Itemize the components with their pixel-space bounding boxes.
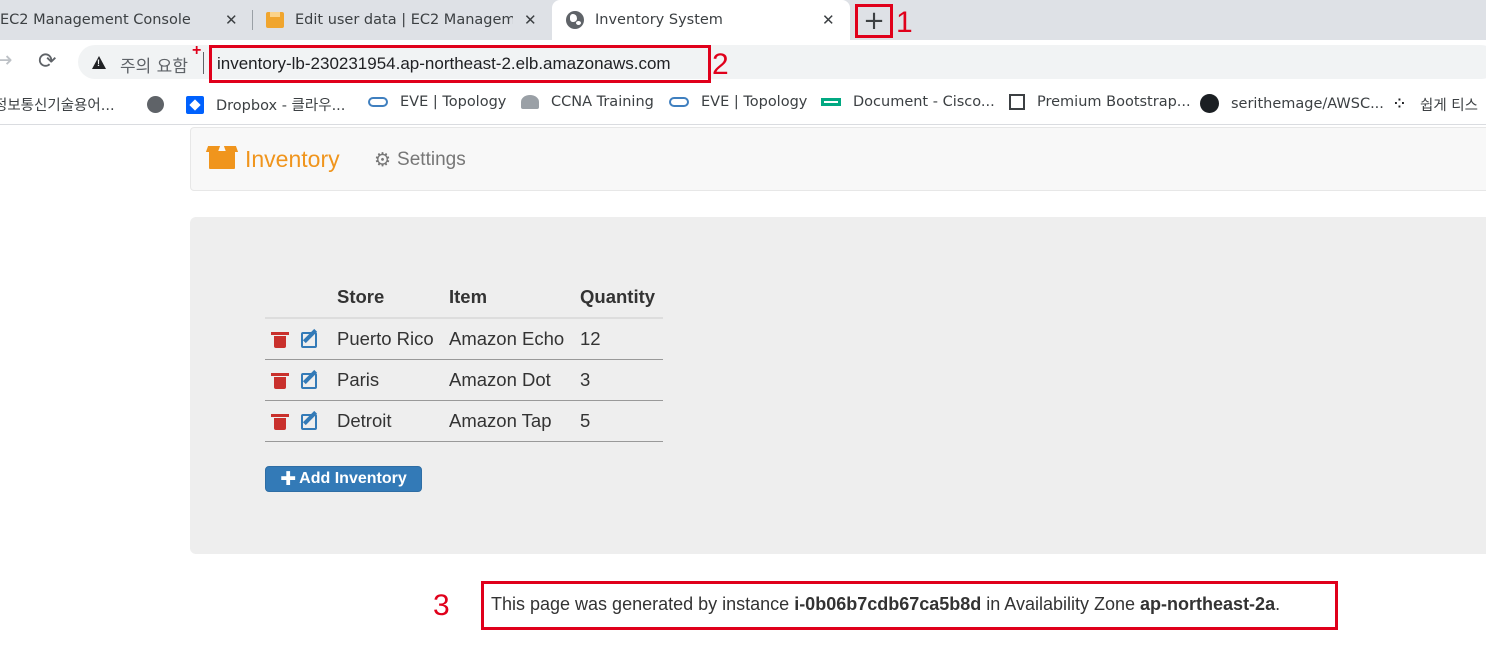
instance-prefix: This page was generated by instance (491, 594, 795, 614)
cell-item: Amazon Tap (449, 400, 580, 442)
bookmark-label: CCNA Training (551, 94, 654, 110)
instance-suffix: . (1275, 594, 1281, 614)
actions-header (265, 277, 337, 319)
dots-icon: ⁘ (1394, 96, 1405, 112)
bookmark-item[interactable]: 정보통신기술용어... (0, 94, 115, 115)
ccna-icon (521, 95, 539, 109)
instance-info: This page was generated by instance i-0b… (491, 594, 1280, 615)
bookmark-item[interactable]: Premium Bootstrap... (1009, 94, 1191, 110)
cell-store: Detroit (337, 400, 449, 442)
close-icon[interactable]: ✕ (524, 11, 537, 29)
app-navbar: Inventory ⚙ Settings (190, 127, 1486, 191)
address-divider (203, 52, 204, 74)
bookmark-label: serithemage/AWSC... (1231, 95, 1384, 112)
tab-edit-user-data[interactable]: Edit user data | EC2 Managemen ✕ (266, 0, 550, 40)
trash-icon[interactable] (271, 414, 289, 431)
close-icon[interactable]: ✕ (225, 11, 238, 29)
brand-link[interactable]: Inventory (209, 146, 340, 173)
column-header-quantity: Quantity (580, 277, 664, 319)
availability-zone: ap-northeast-2a (1140, 594, 1276, 614)
box-open-icon (209, 150, 235, 169)
forward-arrow-icon[interactable]: → (0, 50, 12, 72)
zone-prefix: in Availability Zone (981, 594, 1141, 614)
edit-icon[interactable] (301, 332, 317, 349)
column-header-store: Store (337, 277, 449, 319)
bookmark-label: EVE | Topology (400, 94, 507, 110)
plus-icon: ✚ (280, 468, 297, 490)
tab-divider (252, 10, 253, 30)
bookmark-item[interactable]: CCNA Training (521, 94, 654, 110)
table-row: Puerto Rico Amazon Echo 12 (265, 318, 664, 360)
bookmark-item[interactable]: Document - Cisco... (821, 94, 995, 110)
table-row: Paris Amazon Dot 3 (265, 359, 664, 401)
warning-icon[interactable] (92, 56, 106, 69)
url-text[interactable]: inventory-lb-230231954.ap-northeast-2.el… (217, 54, 671, 74)
tab-title: Inventory System (595, 12, 723, 28)
row-actions (265, 359, 337, 401)
bookmark-label: EVE | Topology (701, 94, 808, 110)
column-header-item: Item (449, 277, 580, 319)
table-header-row: Store Item Quantity (265, 277, 664, 319)
gear-icon: ⚙ (374, 149, 392, 171)
cell-item: Amazon Echo (449, 318, 580, 360)
add-inventory-label: Add Inventory (299, 470, 407, 487)
security-status[interactable]: 주의 요함 (120, 52, 188, 77)
tab-strip: EC2 Management Console ✕ Edit user data … (0, 0, 1486, 40)
globe-icon (147, 96, 164, 113)
cell-store: Paris (337, 359, 449, 401)
annotation-number-2: 2 (712, 48, 729, 81)
tab-title: EC2 Management Console (0, 12, 191, 28)
settings-label: Settings (397, 149, 466, 170)
aws-box-icon (266, 12, 284, 28)
row-actions (265, 318, 337, 360)
bookmark-item[interactable]: Dropbox - 클라우... (186, 94, 345, 115)
eve-icon (669, 97, 689, 107)
trash-icon[interactable] (271, 373, 289, 390)
premium-icon (1009, 94, 1025, 110)
instance-id: i-0b06b7cdb67ca5b8d (794, 594, 982, 614)
bookmark-item[interactable]: ⁘ 쉽게 티스 (1394, 94, 1478, 115)
bookmark-item[interactable] (147, 96, 176, 113)
reload-icon[interactable]: ⟳ (38, 51, 56, 73)
new-tab-button[interactable]: + (855, 4, 893, 38)
annotation-plus: + (192, 42, 202, 59)
close-icon[interactable]: ✕ (822, 11, 835, 29)
row-actions (265, 400, 337, 442)
bookmark-label: Premium Bootstrap... (1037, 94, 1191, 110)
annotation-number-1: 1 (896, 6, 913, 39)
bookmark-item[interactable]: serithemage/AWSC... (1200, 94, 1384, 113)
cell-store: Puerto Rico (337, 318, 449, 360)
add-inventory-button[interactable]: ✚ Add Inventory (265, 466, 422, 492)
tab-inventory-system[interactable]: Inventory System ✕ (552, 0, 850, 40)
brand-label: Inventory (245, 146, 340, 172)
cell-quantity: 12 (580, 318, 664, 360)
bookmark-label: 정보통신기술용어... (0, 98, 115, 114)
eve-icon (368, 97, 388, 107)
cell-quantity: 3 (580, 359, 664, 401)
edit-icon[interactable] (301, 373, 317, 390)
bookmark-item[interactable]: EVE | Topology (368, 94, 506, 110)
annotation-number-3: 3 (433, 589, 450, 622)
document-icon (821, 98, 841, 106)
inventory-table: Store Item Quantity Puerto Rico Amazon E… (265, 277, 664, 442)
table-row: Detroit Amazon Tap 5 (265, 400, 664, 442)
tab-ec2-console[interactable]: EC2 Management Console ✕ (0, 0, 248, 40)
cell-quantity: 5 (580, 400, 664, 442)
dropbox-icon (186, 95, 204, 114)
bookmark-label: Dropbox - 클라우... (216, 98, 346, 114)
bookmark-item[interactable]: EVE | Topology (669, 94, 807, 110)
settings-link[interactable]: ⚙ Settings (374, 149, 466, 171)
trash-icon[interactable] (271, 332, 289, 349)
tab-title: Edit user data | EC2 Managemen (295, 12, 513, 28)
github-icon (1200, 94, 1219, 113)
bookmark-label: 쉽게 티스 (1420, 98, 1478, 114)
globe-icon (566, 11, 584, 29)
edit-icon[interactable] (301, 414, 317, 431)
bookmarks-bar: 정보통신기술용어... Dropbox - 클라우... EVE | Topol… (0, 86, 1486, 125)
cell-item: Amazon Dot (449, 359, 580, 401)
bookmark-label: Document - Cisco... (853, 94, 995, 110)
